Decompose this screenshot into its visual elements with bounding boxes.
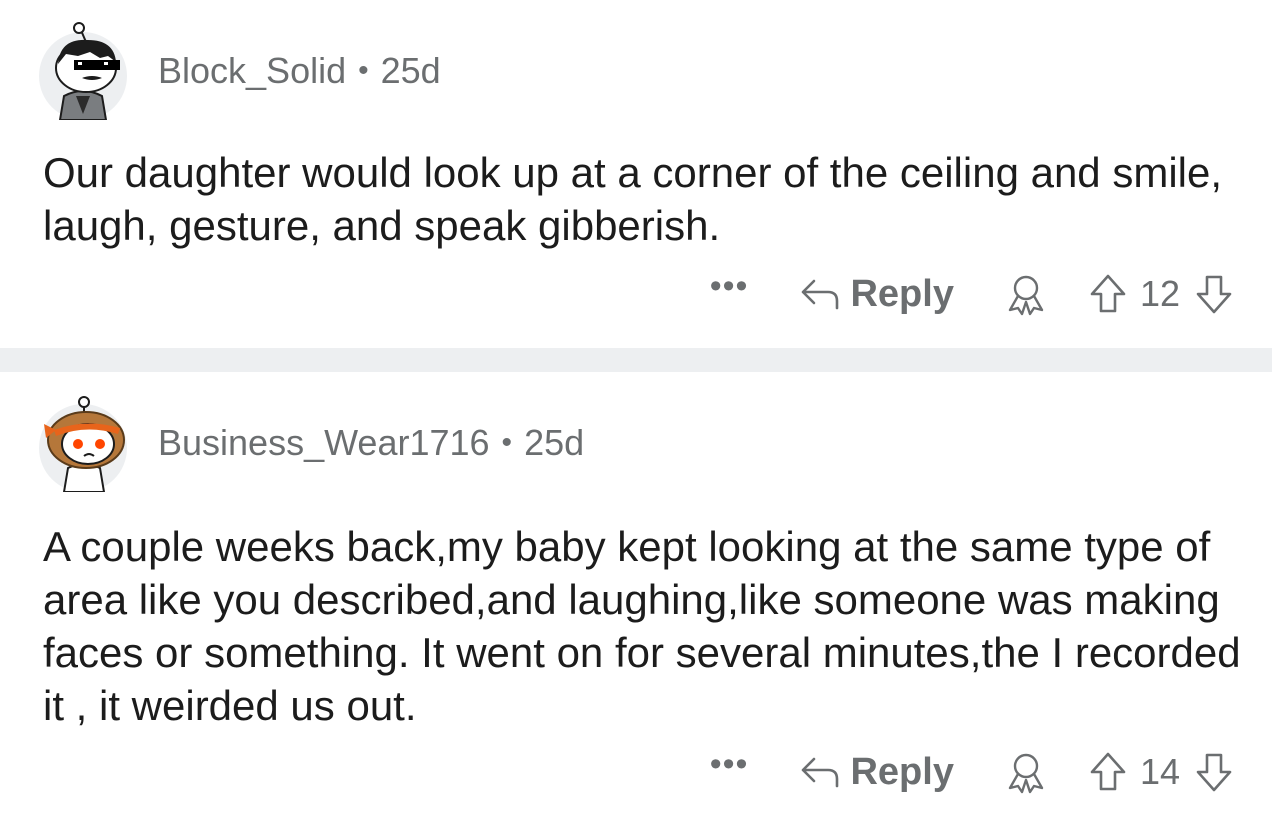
comment-age: 25d: [380, 50, 441, 91]
comment-meta: Business_Wear1716 • 25d: [158, 422, 584, 464]
comment-header: Block_Solid • 25d: [34, 22, 441, 120]
award-icon[interactable]: [1004, 750, 1048, 794]
comment-actions: ••• Reply 12: [710, 269, 1234, 316]
reply-button[interactable]: Reply: [800, 272, 954, 316]
award-icon[interactable]: [1004, 272, 1048, 316]
snoo-avatar-sunglasses-icon: [39, 22, 127, 120]
comment-meta: Block_Solid • 25d: [158, 50, 441, 92]
upvote-arrow-icon[interactable]: [1088, 751, 1128, 793]
reply-label: Reply: [850, 272, 954, 315]
comment-header: Business_Wear1716 • 25d: [34, 394, 584, 492]
avatar[interactable]: [34, 394, 132, 492]
reply-label: Reply: [850, 750, 954, 793]
more-options-icon[interactable]: •••: [710, 747, 749, 781]
upvote-arrow-icon[interactable]: [1088, 273, 1128, 315]
downvote-arrow-icon[interactable]: [1194, 273, 1234, 315]
username[interactable]: Block_Solid: [158, 50, 346, 92]
vote-controls: 14: [1088, 751, 1234, 793]
username[interactable]: Business_Wear1716: [158, 422, 490, 464]
reply-arrow-icon: [802, 757, 839, 788]
meta-separator: •: [501, 426, 513, 459]
snoo-avatar-headband-icon: [39, 396, 127, 492]
vote-score: 12: [1139, 273, 1180, 314]
comment-actions: ••• Reply 14: [710, 747, 1234, 794]
vote-score: 14: [1139, 751, 1180, 792]
comment-divider: [0, 348, 1272, 372]
comment-age: 25d: [524, 422, 585, 463]
meta-separator: •: [358, 54, 369, 87]
reply-arrow-icon: [802, 279, 839, 310]
reply-button[interactable]: Reply: [800, 750, 954, 794]
comment-2: Business_Wear1716 • 25d A couple weeks b…: [0, 372, 1272, 830]
comment-body: Our daughter would look up at a corner o…: [43, 149, 1223, 249]
comment-1: Block_Solid • 25d Our daughter would loo…: [0, 0, 1272, 348]
comment-body: A couple weeks back,my baby kept looking…: [43, 523, 1241, 729]
downvote-arrow-icon[interactable]: [1194, 751, 1234, 793]
more-options-icon[interactable]: •••: [710, 269, 749, 303]
avatar[interactable]: [34, 22, 132, 120]
vote-controls: 12: [1088, 273, 1234, 315]
